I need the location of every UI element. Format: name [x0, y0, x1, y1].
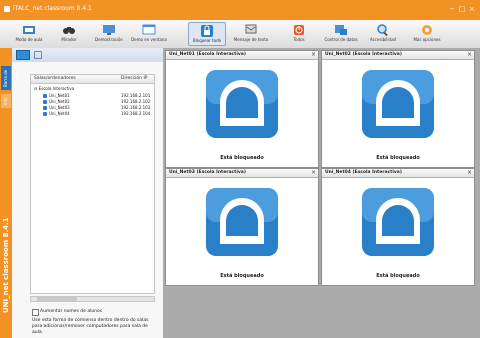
- tile-header: Uni_Net03 (Escola Interactiva) ×: [166, 169, 318, 178]
- tile-status: Está bloqueado: [376, 155, 420, 161]
- tile-title: Uni_Net03 (Escola Interactiva): [169, 170, 246, 175]
- window-demo-button[interactable]: Demo en ventana: [130, 22, 168, 46]
- scrollbar-thumb[interactable]: [37, 297, 77, 301]
- binoculars-icon: [63, 27, 75, 34]
- computers-icon[interactable]: [16, 50, 30, 60]
- tab-info[interactable]: Info: [1, 94, 11, 108]
- title-bar: iTALC_net classroom 8.4.1 − □ ×: [0, 0, 480, 20]
- computer-icon: [43, 93, 47, 98]
- column-rooms-computers[interactable]: Salas/ordenadores: [34, 76, 76, 81]
- locked-screen-icon: [206, 188, 278, 256]
- column-ip-address[interactable]: Dirección IP: [121, 76, 148, 81]
- accessibility-button[interactable]: Accesibilidad: [364, 22, 402, 46]
- tile-title: Uni_Net01 (Escola Interactiva): [169, 52, 246, 57]
- data-icon: [335, 25, 347, 35]
- close-button[interactable]: ×: [468, 5, 476, 13]
- maximize-button[interactable]: □: [458, 5, 466, 13]
- tile-title: Uni_Net04 (Escola Interactiva): [325, 170, 402, 175]
- minimize-button[interactable]: −: [448, 5, 456, 13]
- demo-icon: [103, 25, 115, 35]
- tile-close-icon[interactable]: ×: [467, 169, 472, 177]
- tab-classroom-bar[interactable]: Barra de aula: [1, 66, 18, 90]
- tree-root-label: Escola Interactiva: [38, 86, 75, 91]
- tile-status: Está bloqueado: [220, 273, 264, 279]
- client-tile[interactable]: Uni_Net02 (Escola Interactiva) × Está bl…: [321, 50, 475, 168]
- text-message-button[interactable]: Mensaje de texto: [232, 22, 270, 46]
- tree-header: Salas/ordenadores Dirección IP: [31, 75, 154, 84]
- window-demo-icon: [142, 24, 156, 35]
- tile-close-icon[interactable]: ×: [467, 51, 472, 59]
- locked-screen-icon: [206, 70, 278, 138]
- locked-screen-icon: [362, 188, 434, 256]
- more-icon: [422, 25, 432, 35]
- client-overview-area: Uni_Net01 (Escola Interactiva) × Está bl…: [163, 48, 480, 338]
- toolbar: Modo de aula Mirador Demostración Demo e…: [0, 20, 480, 49]
- lock-all-button[interactable]: Bloquear todo: [188, 22, 226, 46]
- classroom-tree: Salas/ordenadores Dirección IP ⊟ Escola …: [30, 74, 155, 294]
- sidebar-vertical-title: UNI_net classroom 8.4.1: [2, 217, 10, 314]
- message-icon: [245, 24, 257, 34]
- tile-header: Uni_Net02 (Escola Interactiva) ×: [322, 51, 474, 60]
- data-control-button[interactable]: Control de datos: [322, 22, 360, 46]
- tile-header: Uni_Net04 (Escola Interactiva) ×: [322, 169, 474, 178]
- computer-icon: [43, 99, 47, 104]
- power-all-button[interactable]: Todos: [280, 22, 318, 46]
- pin-icon[interactable]: [34, 51, 42, 59]
- computer-icon: [43, 111, 47, 116]
- more-options-button[interactable]: Más opciones: [408, 22, 446, 46]
- tile-status: Está bloqueado: [376, 273, 420, 279]
- locked-screen-icon: [362, 70, 434, 138]
- sidebar-header: [12, 48, 163, 62]
- enlarge-names-label: Aumentar nomes de alunos: [40, 309, 103, 314]
- client-tile[interactable]: Uni_Net04 (Escola Interactiva) × Está bl…: [321, 168, 475, 286]
- classroom-mode-button[interactable]: Modo de aula: [10, 22, 48, 46]
- power-icon: [294, 25, 304, 35]
- demo-button[interactable]: Demostración: [90, 22, 128, 46]
- window-title: iTALC_net classroom 8.4.1: [13, 5, 92, 12]
- tile-close-icon[interactable]: ×: [311, 169, 316, 177]
- tile-header: Uni_Net01 (Escola Interactiva) ×: [166, 51, 318, 60]
- client-tile[interactable]: Uni_Net03 (Escola Interactiva) × Está bl…: [165, 168, 319, 286]
- app-logo-icon: [4, 6, 10, 12]
- client-tile[interactable]: Uni_Net01 (Escola Interactiva) × Está bl…: [165, 50, 319, 168]
- tile-title: Uni_Net02 (Escola Interactiva): [325, 52, 402, 57]
- sidebar-description: Use esta forma de comienso dentro dentro…: [32, 318, 149, 335]
- vertical-tab-strip: Barra de aula Info UNI_net classroom 8.4…: [0, 48, 18, 338]
- computer-icon: [43, 105, 47, 110]
- tree-computer-row[interactable]: Uni_Net04 192.168.2.104: [43, 111, 153, 117]
- tile-status: Está bloqueado: [220, 155, 264, 161]
- lock-icon: [201, 25, 213, 37]
- horizontal-scrollbar[interactable]: [30, 296, 155, 302]
- enlarge-names-checkbox[interactable]: [32, 309, 39, 316]
- classroom-icon: [23, 26, 35, 34]
- magnifier-icon: [377, 24, 388, 37]
- overview-button[interactable]: Mirador: [50, 22, 88, 46]
- tree-root-row[interactable]: ⊟ Escola Interactiva: [34, 86, 74, 92]
- tile-close-icon[interactable]: ×: [311, 51, 316, 59]
